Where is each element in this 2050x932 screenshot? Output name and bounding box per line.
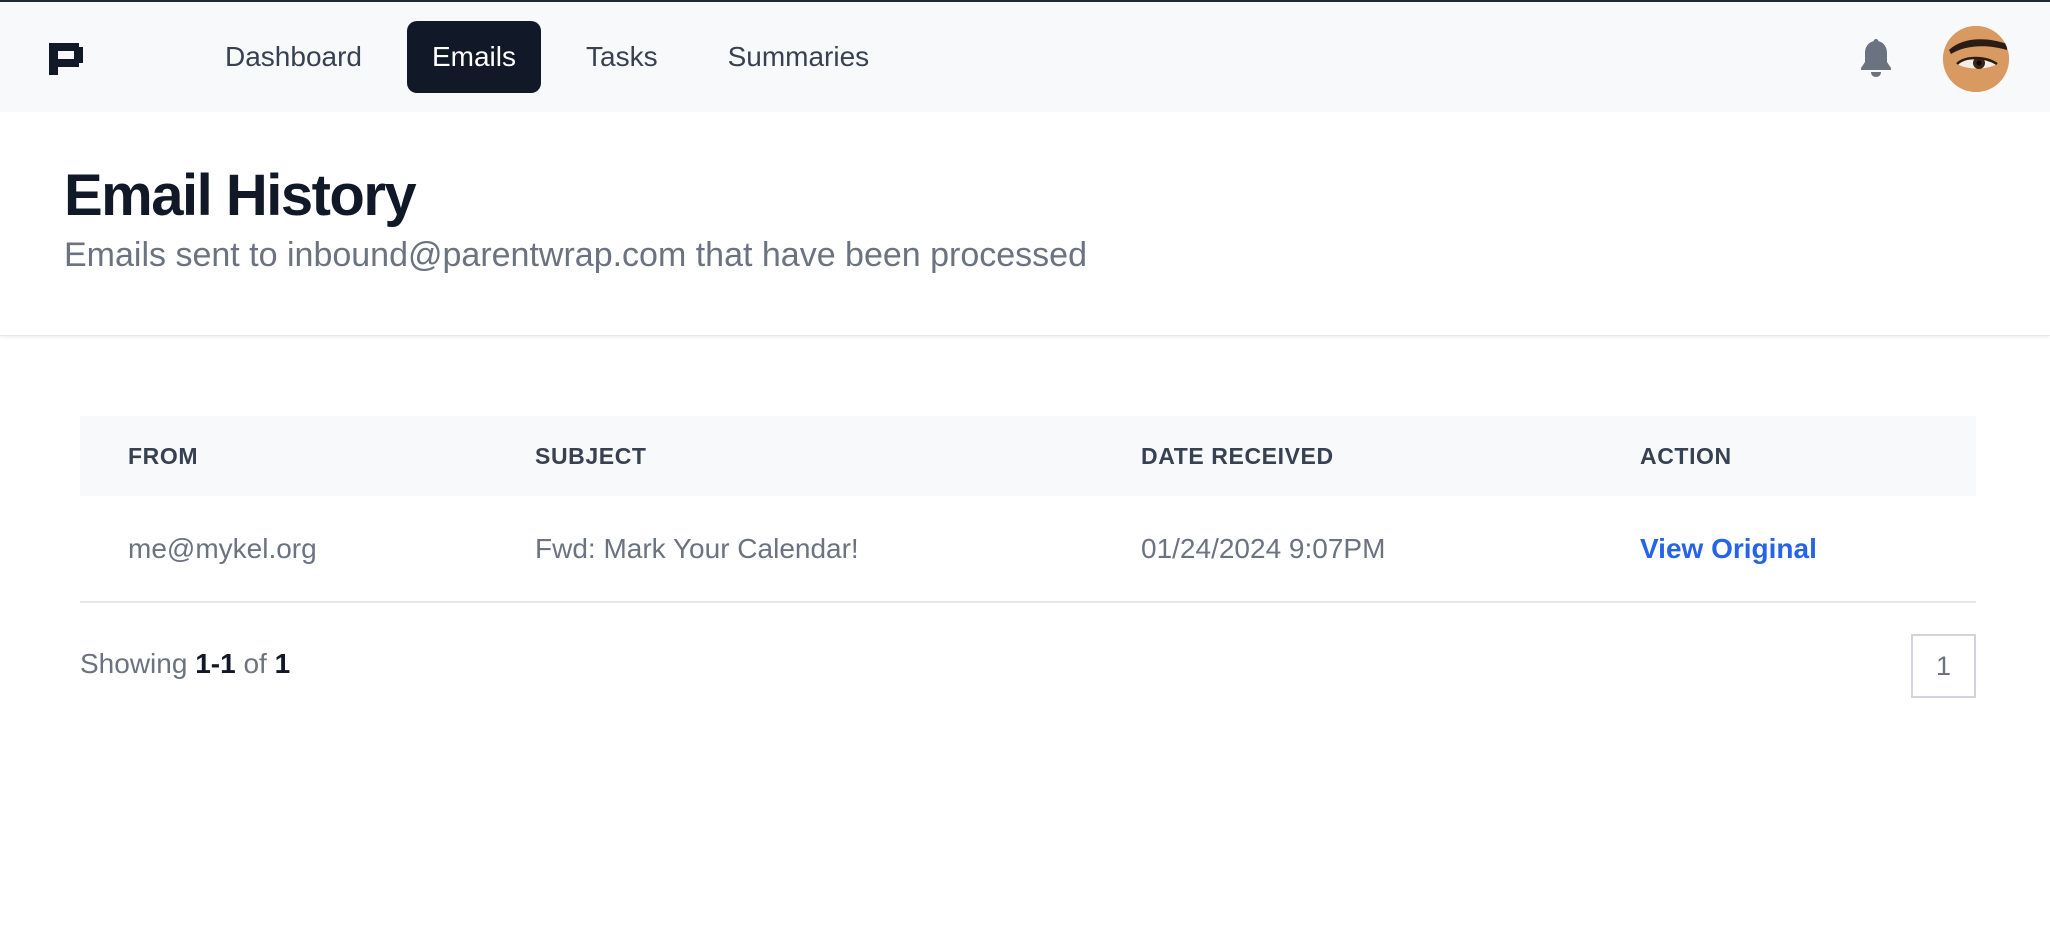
bell-icon[interactable] [1857,38,1895,80]
email-history-table: FROM SUBJECT DATE RECEIVED ACTION me@myk… [80,416,1976,603]
table-row: me@mykel.org Fwd: Mark Your Calendar! 01… [80,496,1976,603]
main-nav: Dashboard Emails Tasks Summaries [200,21,894,93]
showing-range: 1-1 [195,648,236,679]
nav-dashboard[interactable]: Dashboard [200,21,387,93]
page-header: Email History Emails sent to inbound@par… [0,112,2050,336]
column-header-from: FROM [128,442,199,469]
showing-total: 1 [274,648,291,679]
page-button-1[interactable]: 1 [1911,634,1976,698]
table-header-row: FROM SUBJECT DATE RECEIVED ACTION [80,416,1976,496]
cell-from: me@mykel.org [80,496,535,603]
cell-date-received: 01/24/2024 9:07PM [1141,496,1640,603]
parentwrap-logo-icon[interactable] [46,39,88,79]
cell-action: View Original [1640,496,1976,603]
column-header-subject: SUBJECT [535,442,647,469]
top-navbar: Dashboard Emails Tasks Summaries [0,0,2050,112]
view-original-link[interactable]: View Original [1640,533,1817,564]
pagination-summary: Showing 1-1 of 1 [80,648,290,680]
column-header-action: ACTION [1640,442,1732,469]
avatar[interactable] [1943,26,2009,92]
of-label: of [243,648,267,679]
page-subtitle: Emails sent to inbound@parentwrap.com th… [64,236,1088,274]
nav-tasks[interactable]: Tasks [561,21,683,93]
nav-emails[interactable]: Emails [406,21,541,93]
page-title: Email History [64,163,417,228]
nav-summaries[interactable]: Summaries [703,21,895,93]
cell-subject: Fwd: Mark Your Calendar! [535,496,1141,603]
showing-label: Showing [80,648,188,679]
column-header-date-received: DATE RECEIVED [1141,442,1334,469]
